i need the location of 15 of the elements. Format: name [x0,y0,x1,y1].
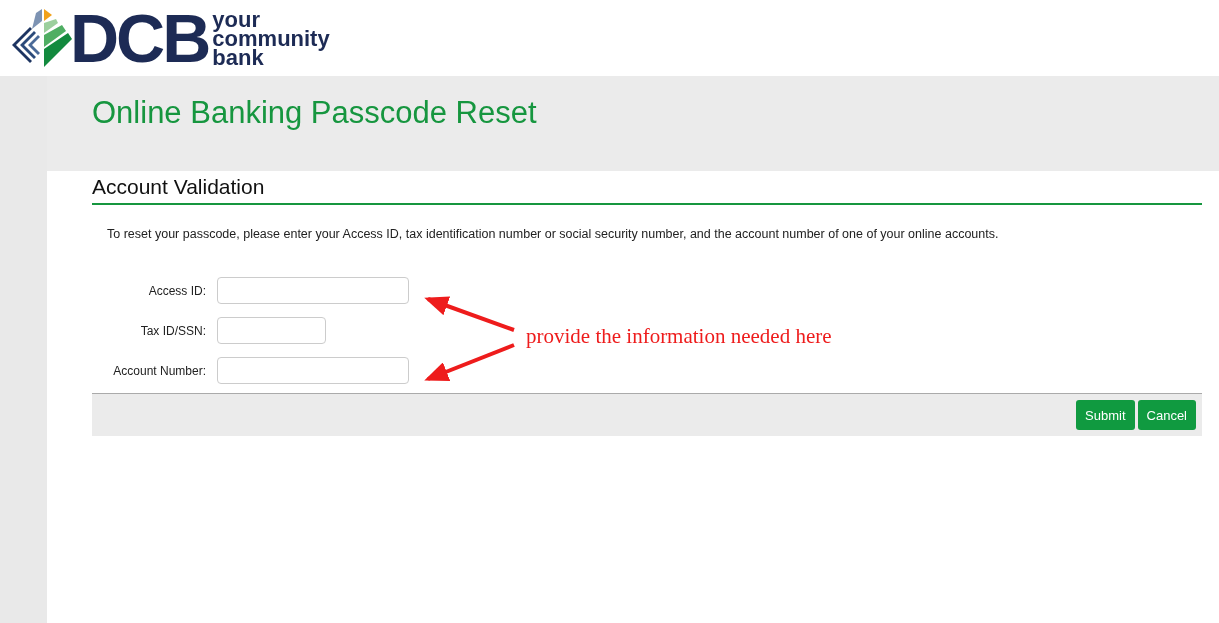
annotation-text: provide the information needed here [526,323,832,349]
leaf-logo-icon [10,7,74,69]
logo-tagline: bank [212,47,264,67]
section-heading: Account Validation [92,175,1202,205]
field-label: Account Number: [112,363,207,378]
input-field[interactable] [217,277,409,304]
input-field[interactable] [217,357,409,384]
field-label: Access ID: [147,283,207,298]
instructions-text: To reset your passcode, please enter your Access ID, tax identification number or social security number, and the account number of one of your online accounts. [107,227,1000,241]
form-button[interactable]: Cancel [1137,400,1196,430]
input-field[interactable] [217,317,326,344]
field-label: Tax ID/SSN: [139,323,207,338]
page-title: Online Banking Passcode Reset [92,94,537,132]
form-button[interactable]: Submit [1076,400,1135,430]
logo-wordmark: DCB [70,4,209,72]
